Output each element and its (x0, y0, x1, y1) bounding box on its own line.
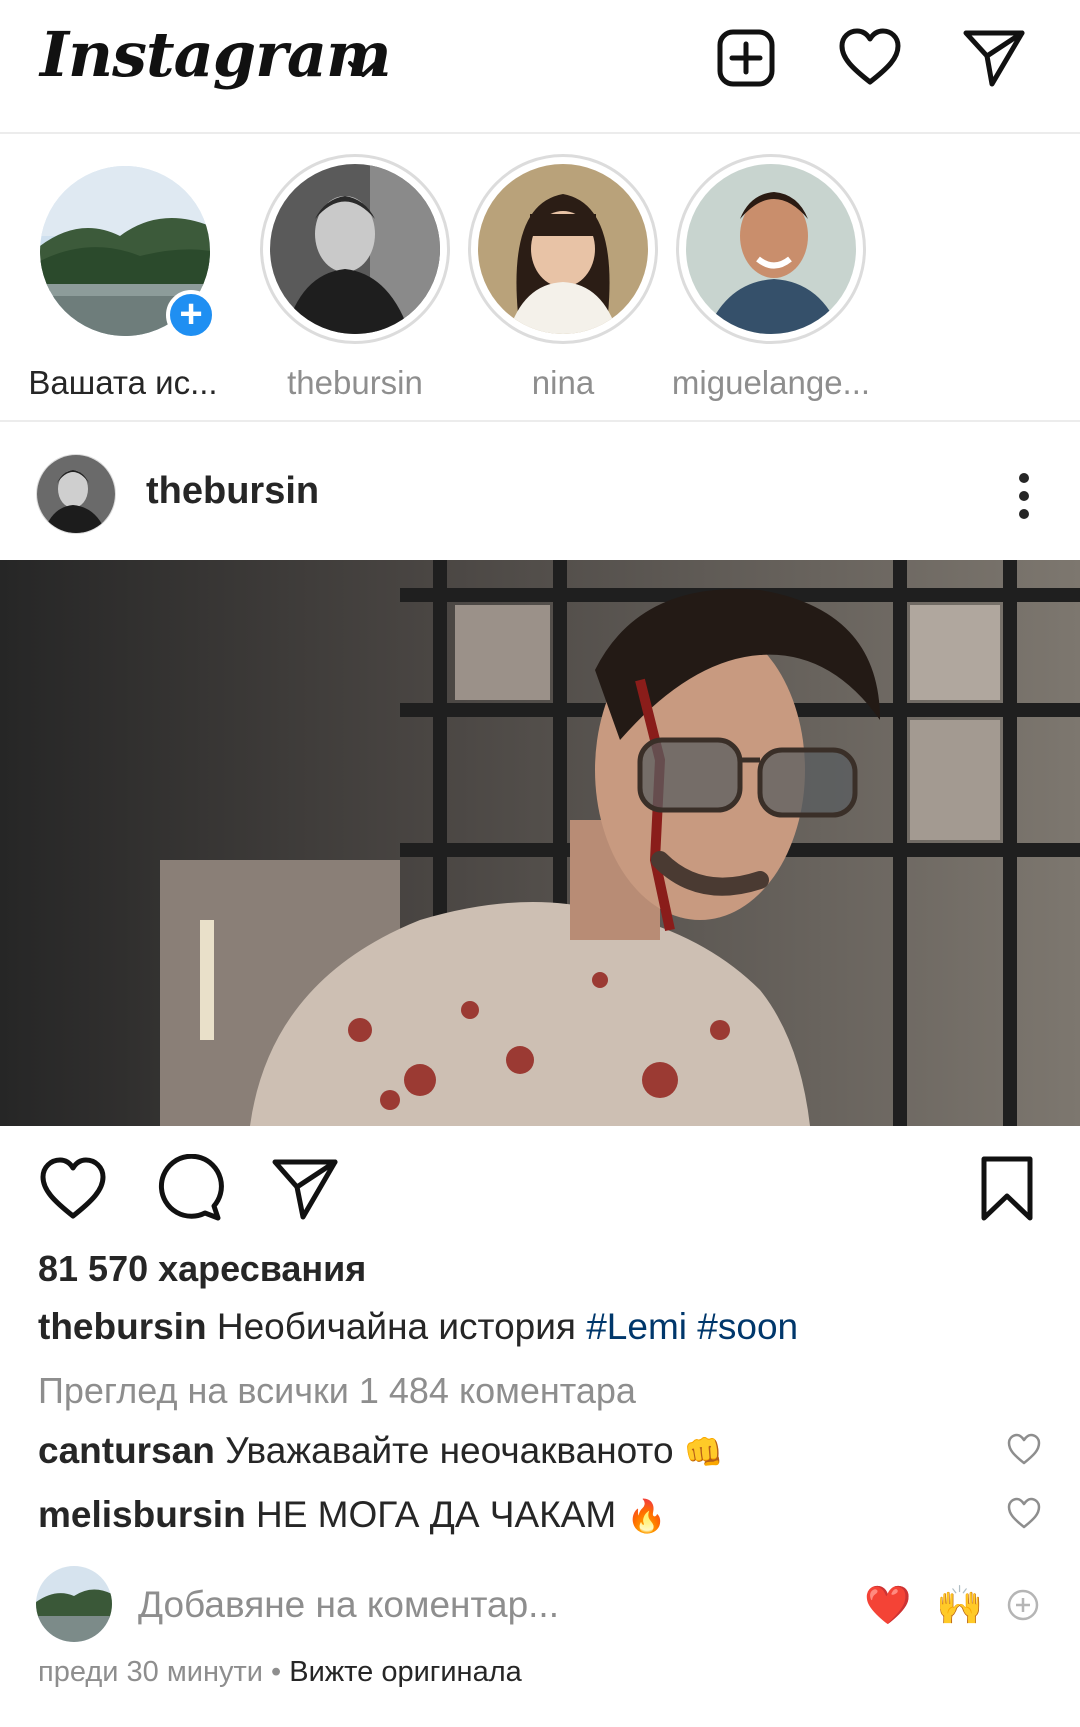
hashtag-link[interactable]: #soon (697, 1306, 798, 1347)
comment-username[interactable]: melisbursin (38, 1494, 246, 1535)
top-bar: Instagram (0, 0, 1080, 134)
likes-count[interactable]: 81 570 харесвания (38, 1248, 366, 1290)
quick-reaction-raised-hands[interactable]: 🙌 (936, 1584, 983, 1628)
comment-text: Уважавайте неочакваното (225, 1430, 674, 1471)
story-miguelangel[interactable]: miguelange... (658, 154, 878, 404)
instagram-logo[interactable]: Instagram (40, 18, 392, 91)
meta-separator: • (271, 1656, 282, 1688)
comment-like-heart-icon[interactable] (1006, 1432, 1042, 1466)
see-original-link[interactable]: Вижте оригинала (289, 1656, 522, 1688)
view-all-comments-link[interactable]: Преглед на всички 1 484 коментара (38, 1370, 636, 1412)
post-timestamp: преди 30 минути (38, 1656, 263, 1688)
bookmark-icon[interactable] (972, 1154, 1042, 1224)
share-icon[interactable] (270, 1154, 340, 1224)
more-reactions-icon[interactable] (1006, 1588, 1040, 1622)
story-label: Вашата ис... (28, 364, 218, 401)
story-thebursin[interactable]: thebursin (242, 154, 462, 404)
post-photo[interactable] (0, 560, 1080, 1126)
more-options-icon[interactable] (1004, 468, 1044, 524)
post-meta: преди 30 минути • Вижте оригинала (38, 1656, 522, 1689)
add-story-icon[interactable]: + (166, 290, 216, 340)
story-avatar (478, 164, 648, 334)
story-avatar (270, 164, 440, 334)
fist-emoji: 👊 (683, 1433, 724, 1471)
story-label: thebursin (287, 364, 423, 401)
story-label: nina (531, 364, 595, 401)
story-label: miguelange... (671, 364, 871, 401)
current-user-avatar (36, 1566, 112, 1642)
stories-tray: + Вашата ис... thebursin nina miguelange… (0, 136, 1080, 422)
comment-row: melisbursin НЕ МОГА ДА ЧАКАМ 🔥 (38, 1494, 666, 1536)
new-post-icon[interactable] (714, 26, 778, 90)
caption-username[interactable]: thebursin (38, 1306, 207, 1347)
comment-like-heart-icon[interactable] (1006, 1496, 1042, 1530)
direct-message-icon[interactable] (962, 26, 1026, 90)
story-avatar (686, 164, 856, 334)
caption-text: Необичайна история (216, 1306, 576, 1347)
like-heart-icon[interactable] (38, 1154, 108, 1224)
comment-text: НЕ МОГА ДА ЧАКАМ (255, 1494, 617, 1535)
quick-reaction-heart[interactable]: ❤️ (864, 1584, 911, 1628)
comment-username[interactable]: cantursan (38, 1430, 215, 1471)
chevron-down-icon[interactable] (346, 58, 380, 80)
comment-icon[interactable] (154, 1153, 224, 1224)
post-avatar[interactable] (36, 454, 116, 534)
comment-row: cantursan Уважавайте неочакваното 👊 (38, 1430, 724, 1472)
post-caption: thebursin Необичайна история #Lemi #soon (38, 1306, 798, 1348)
story-own[interactable]: + Вашата ис... (10, 154, 230, 404)
post-header: thebursin (0, 424, 1080, 558)
post-username[interactable]: thebursin (146, 470, 319, 513)
story-nina[interactable]: nina (450, 154, 670, 404)
activity-heart-icon[interactable] (838, 26, 902, 90)
fire-emoji: 🔥 (626, 1497, 667, 1535)
hashtag-link[interactable]: #Lemi (586, 1306, 687, 1347)
add-comment-input[interactable] (136, 1580, 836, 1630)
